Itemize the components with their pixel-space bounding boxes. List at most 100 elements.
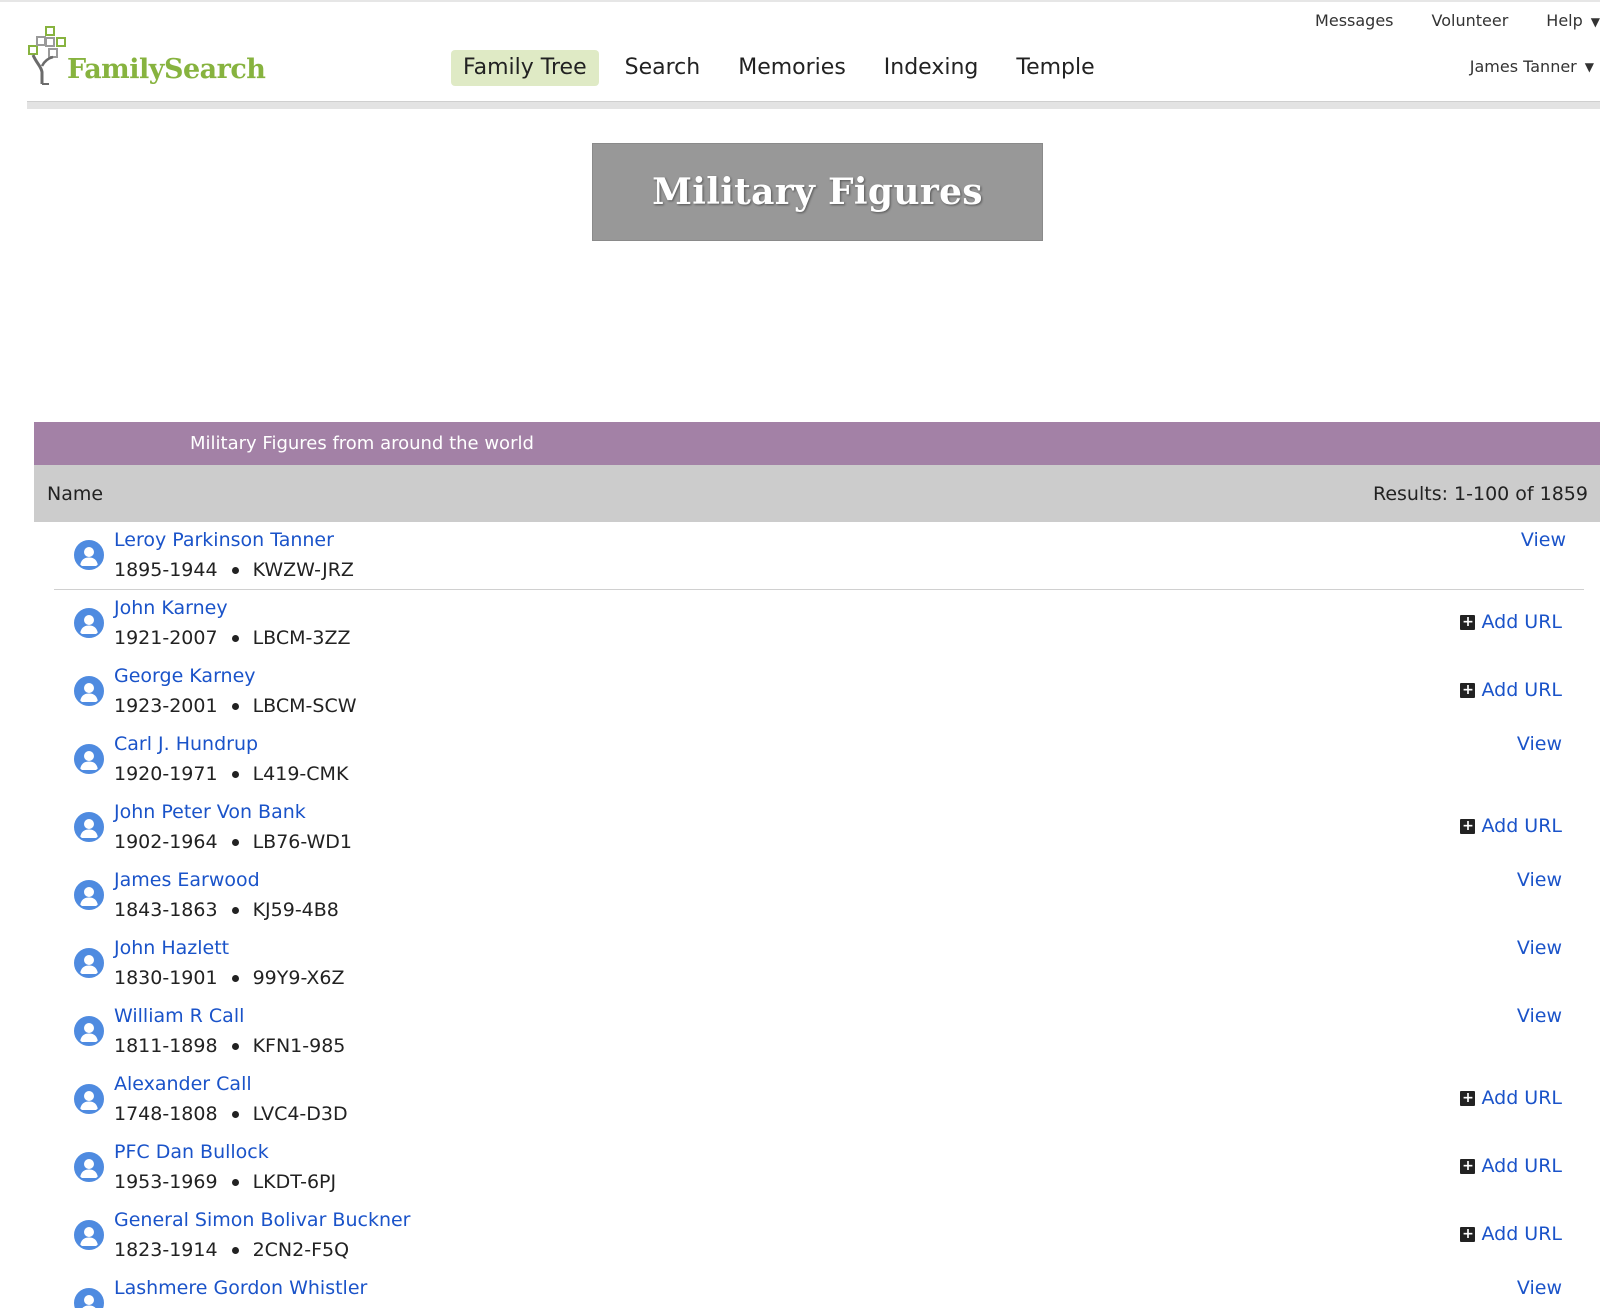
person-id: 99Y9-X6Z <box>252 967 345 989</box>
list-title: Military Figures from around the world <box>190 433 534 454</box>
view-link[interactable]: View <box>1517 1004 1562 1028</box>
person-meta: 1830-1901 99Y9-X6Z <box>114 966 344 990</box>
action-label: View <box>1516 869 1562 891</box>
action-label: View <box>1520 529 1566 551</box>
view-link[interactable]: View <box>1517 732 1562 756</box>
separator-dot-icon <box>231 1110 239 1118</box>
person-info: William R Call 1811-1898 KFN1-985 <box>114 1004 345 1058</box>
nav-indexing[interactable]: Indexing <box>872 50 991 86</box>
person-avatar-icon <box>74 1152 104 1182</box>
person-name-link[interactable]: Alexander Call <box>114 1072 348 1096</box>
person-meta: 1923-2001 LBCM-SCW <box>114 694 357 718</box>
person-dates: 1843-1863 <box>114 899 218 921</box>
separator-dot-icon <box>231 838 239 846</box>
view-link[interactable]: View <box>1521 528 1566 552</box>
person-avatar-icon <box>74 744 104 774</box>
person-name-link[interactable]: Carl J. Hundrup <box>114 732 348 756</box>
messages-link[interactable]: Messages <box>1315 11 1393 30</box>
person-dates: 1748-1808 <box>114 1103 218 1125</box>
person-meta: 1748-1808 LVC4-D3D <box>114 1102 348 1126</box>
person-dates: 1923-2001 <box>114 695 218 717</box>
familysearch-logo[interactable]: FamilySearch <box>27 26 266 86</box>
results-count: Results: 1-100 of 1859 <box>1372 482 1588 505</box>
utility-nav: Messages Volunteer Help ▼ <box>1315 8 1600 32</box>
nav-memories[interactable]: Memories <box>726 50 858 86</box>
person-id: LB76-WD1 <box>252 831 352 853</box>
person-name-link[interactable]: George Karney <box>114 664 357 688</box>
person-meta: 1823-1914 2CN2-F5Q <box>114 1238 411 1262</box>
person-info: Carl J. Hundrup 1920-1971 L419-CMK <box>114 732 348 786</box>
person-name-link[interactable]: PFC Dan Bullock <box>114 1140 336 1164</box>
person-avatar-icon <box>74 1288 104 1308</box>
person-dates: 1902-1964 <box>114 831 218 853</box>
person-dates: 1921-2007 <box>114 627 218 649</box>
separator-dot-icon <box>231 1178 239 1186</box>
plus-icon: + <box>1460 817 1476 834</box>
list-item: James Earwood 1843-1863 KJ59-4B8 View <box>34 862 1600 930</box>
page-banner: Military Figures <box>592 143 1043 241</box>
action-label: View <box>1516 1005 1562 1027</box>
person-avatar-icon <box>74 676 104 706</box>
user-name: James Tanner <box>1469 57 1577 76</box>
person-name-link[interactable]: John Peter Von Bank <box>114 800 352 824</box>
volunteer-link[interactable]: Volunteer <box>1432 11 1509 30</box>
person-avatar-icon <box>74 540 104 570</box>
caret-down-icon: ▼ <box>1590 14 1600 29</box>
person-id: LBCM-3ZZ <box>252 627 351 649</box>
plus-icon: + <box>1460 1225 1476 1242</box>
person-name-link[interactable]: General Simon Bolivar Buckner <box>114 1208 411 1232</box>
header-divider <box>27 101 1600 109</box>
person-dates: 1920-1971 <box>114 763 218 785</box>
person-info: James Earwood 1843-1863 KJ59-4B8 <box>114 868 339 922</box>
list-item: Lashmere Gordon Whistler View <box>34 1270 1600 1308</box>
person-id: KJ59-4B8 <box>252 899 339 921</box>
person-name-link[interactable]: Lashmere Gordon Whistler <box>114 1276 367 1300</box>
column-name-label: Name <box>47 482 104 505</box>
add-url-button[interactable]: + Add URL <box>1460 1222 1562 1246</box>
separator-dot-icon <box>231 634 239 642</box>
action-label: Add URL <box>1481 815 1562 837</box>
person-dates: 1823-1914 <box>114 1239 218 1261</box>
view-link[interactable]: View <box>1517 1276 1562 1300</box>
action-label: View <box>1516 937 1562 959</box>
top-border <box>0 0 1600 2</box>
view-link[interactable]: View <box>1517 868 1562 892</box>
add-url-button[interactable]: + Add URL <box>1460 1154 1562 1178</box>
person-list: Leroy Parkinson Tanner 1895-1944 KWZW-JRZ V… <box>34 522 1600 1308</box>
separator-dot-icon <box>231 770 239 778</box>
list-item: Alexander Call 1748-1808 LVC4-D3D + Add URL <box>34 1066 1600 1134</box>
add-url-button[interactable]: + Add URL <box>1460 678 1562 702</box>
separator-dot-icon <box>231 974 239 982</box>
person-meta: 1895-1944 KWZW-JRZ <box>114 558 354 582</box>
column-header: Name Results: 1-100 of 1859 <box>34 465 1600 522</box>
user-menu[interactable]: James Tanner ▼ <box>1470 57 1594 76</box>
help-label: Help <box>1546 10 1583 30</box>
person-name-link[interactable]: William R Call <box>114 1004 345 1028</box>
add-url-button[interactable]: + Add URL <box>1460 814 1562 838</box>
person-info: John Hazlett 1830-1901 99Y9-X6Z <box>114 936 344 990</box>
person-avatar-icon <box>74 880 104 910</box>
person-name-link[interactable]: James Earwood <box>114 868 339 892</box>
person-info: John Karney 1921-2007 LBCM-3ZZ <box>114 596 351 650</box>
separator-dot-icon <box>231 906 239 914</box>
list-item: John Karney 1921-2007 LBCM-3ZZ + Add URL <box>34 590 1600 658</box>
help-menu[interactable]: Help ▼ <box>1546 11 1600 30</box>
person-avatar-icon <box>74 1220 104 1250</box>
person-name-link[interactable]: Leroy Parkinson Tanner <box>114 528 354 552</box>
nav-family-tree[interactable]: Family Tree <box>451 50 599 86</box>
person-dates: 1811-1898 <box>114 1035 218 1057</box>
add-url-button[interactable]: + Add URL <box>1460 610 1562 634</box>
list-item: PFC Dan Bullock 1953-1969 LKDT-6PJ + Add URL <box>34 1134 1600 1202</box>
action-label: Add URL <box>1481 1155 1562 1177</box>
plus-icon: + <box>1460 1157 1476 1174</box>
nav-search[interactable]: Search <box>613 50 713 86</box>
person-name-link[interactable]: John Karney <box>114 596 351 620</box>
person-name-link[interactable]: John Hazlett <box>114 936 344 960</box>
action-label: Add URL <box>1481 1087 1562 1109</box>
person-meta: 1902-1964 LB76-WD1 <box>114 830 352 854</box>
add-url-button[interactable]: + Add URL <box>1460 1086 1562 1110</box>
nav-temple[interactable]: Temple <box>1004 50 1106 86</box>
person-id: KFN1-985 <box>252 1035 346 1057</box>
person-id: LVC4-D3D <box>252 1103 348 1125</box>
view-link[interactable]: View <box>1517 936 1562 960</box>
